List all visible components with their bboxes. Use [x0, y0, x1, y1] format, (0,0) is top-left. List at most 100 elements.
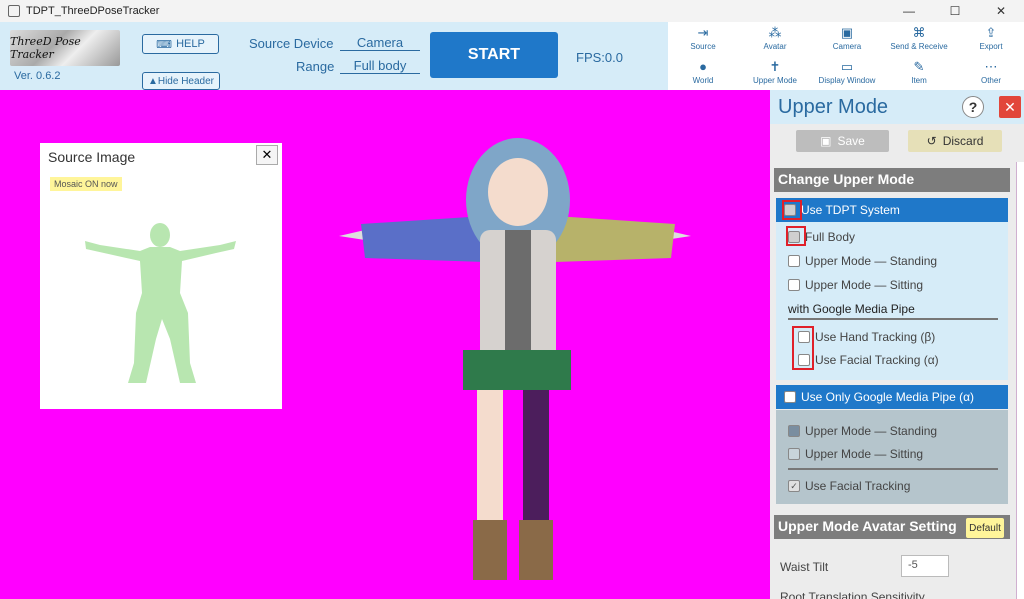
fps-readout: FPS:0.0	[576, 50, 623, 65]
toolbar-avatar[interactable]: ⁂ Avatar	[740, 25, 810, 52]
full-body-label: Full Body	[805, 230, 856, 244]
tdpt-standing-option[interactable]: Upper Mode — Standing	[788, 254, 937, 268]
range-label: Range	[296, 59, 335, 74]
save-label: Save	[837, 134, 865, 148]
toolbar-upper-mode-label: Upper Mode	[752, 76, 798, 85]
app-icon	[8, 5, 20, 17]
save-button[interactable]: ▣ Save	[796, 130, 889, 152]
use-facial-tracking-option[interactable]: ✓ Use Facial Tracking	[788, 479, 910, 493]
mp-sitting-label: Upper Mode — Sitting	[805, 447, 924, 461]
toolbar-display-window-label: Display Window	[818, 76, 876, 85]
render-stage[interactable]: Source Image ✕ Mosaic ON now	[0, 90, 770, 599]
highlight-mediapipe-options	[792, 326, 814, 370]
help-button[interactable]: ⌨ HELP	[142, 34, 219, 54]
window-title: TDPT_ThreeDPoseTracker	[26, 5, 160, 17]
monitor-icon: ▭	[840, 59, 854, 74]
mp-sitting-option[interactable]: Upper Mode — Sitting	[788, 447, 923, 461]
keyboard-icon: ⌨	[156, 38, 173, 51]
toolbar-camera-label: Camera	[832, 42, 862, 51]
minimize-button[interactable]: —	[886, 0, 932, 22]
help-label: HELP	[176, 38, 205, 50]
mp-standing-check[interactable]	[788, 425, 800, 437]
toolbar-item[interactable]: ✎ Item	[884, 59, 954, 86]
facial-tracking-label: Use Facial Tracking (α)	[815, 353, 939, 367]
toolbar-avatar-label: Avatar	[763, 42, 787, 51]
tdpt-sitting-label: Upper Mode — Sitting	[805, 278, 924, 292]
use-only-mediapipe-check[interactable]	[784, 391, 796, 403]
toolbar-upper-mode[interactable]: ✝ Upper Mode	[740, 59, 810, 86]
mp-sitting-check[interactable]	[788, 448, 800, 460]
panel-scrollbar[interactable]	[1016, 162, 1024, 599]
waist-tilt-input[interactable]: -5	[901, 555, 949, 577]
use-tdpt-checkbox[interactable]: Use TDPT System	[776, 198, 1008, 222]
maximize-button[interactable]: ☐	[932, 0, 978, 22]
mediapipe-subhead: with Google Media Pipe	[788, 302, 915, 316]
source-device-label: Source Device	[249, 36, 334, 51]
main-toolbar: ⇥ Source ⁂ Avatar ▣ Camera ⌘ Send & Receive …	[668, 22, 1024, 90]
window-close-button[interactable]: ✕	[978, 0, 1024, 22]
tdpt-standing-check[interactable]	[788, 255, 800, 267]
app-logo: ThreeD Pose Tracker	[10, 30, 120, 66]
toolbar-export[interactable]: ⇪ Export	[956, 25, 1024, 52]
use-only-mediapipe-label: Use Only Google Media Pipe (α)	[801, 390, 975, 404]
window-titlebar: TDPT_ThreeDPoseTracker — ☐ ✕	[0, 0, 1024, 22]
toolbar-export-label: Export	[979, 42, 1003, 51]
export-icon: ⇪	[985, 25, 997, 40]
tdpt-sitting-option[interactable]: Upper Mode — Sitting	[788, 278, 923, 292]
panel-header: Upper Mode ? ✕	[770, 90, 1024, 124]
undo-icon: ↺	[926, 134, 937, 148]
panel-help-button[interactable]: ?	[962, 96, 984, 118]
toolbar-source-label: Source	[690, 42, 716, 51]
version-label: Ver. 0.6.2	[14, 70, 61, 82]
toolbar-world[interactable]: ● World	[668, 59, 738, 86]
facial-tracking-option[interactable]: Use Facial Tracking (α)	[798, 353, 939, 367]
source-icon: ⇥	[697, 25, 709, 40]
window-controls: — ☐ ✕	[886, 0, 1024, 22]
separator	[788, 468, 998, 470]
range-select[interactable]: Full body	[340, 58, 420, 74]
hand-tracking-label: Use Hand Tracking (β)	[815, 330, 936, 344]
avatar-icon: ⁂	[768, 25, 782, 40]
waist-tilt-label: Waist Tilt	[780, 560, 829, 574]
mp-standing-label: Upper Mode — Standing	[805, 424, 938, 438]
toolbar-display-window[interactable]: ▭ Display Window	[812, 59, 882, 86]
upper-mode-panel: Upper Mode ? ✕ ▣ Save ↺ Discard Change U…	[770, 90, 1024, 599]
highlight-full-body	[786, 226, 806, 246]
separator	[788, 318, 998, 320]
toolbar-source[interactable]: ⇥ Source	[668, 25, 738, 52]
panel-close-button[interactable]: ✕	[999, 96, 1021, 118]
use-only-mediapipe-checkbox[interactable]: Use Only Google Media Pipe (α)	[776, 385, 1008, 409]
tdpt-sitting-check[interactable]	[788, 279, 800, 291]
discard-button[interactable]: ↺ Discard	[908, 130, 1002, 152]
floppy-icon: ▣	[820, 134, 832, 148]
toolbar-item-label: Item	[911, 76, 927, 85]
default-button[interactable]: Default	[966, 518, 1004, 538]
toolbar-world-label: World	[692, 76, 714, 85]
more-icon: ⋯	[984, 59, 998, 74]
pen-icon: ✎	[913, 59, 925, 74]
toolbar-other[interactable]: ⋯ Other	[956, 59, 1024, 86]
toolbar-other-label: Other	[980, 76, 1001, 85]
toolbar-camera[interactable]: ▣ Camera	[812, 25, 882, 52]
panel-title: Upper Mode	[778, 96, 889, 118]
hand-tracking-option[interactable]: Use Hand Tracking (β)	[798, 330, 935, 344]
tdpt-standing-label: Upper Mode — Standing	[805, 254, 938, 268]
use-facial-tracking-check[interactable]: ✓	[788, 480, 800, 492]
use-facial-tracking-label: Use Facial Tracking	[805, 479, 911, 493]
camera-icon: ▣	[840, 25, 854, 40]
discard-label: Discard	[942, 134, 984, 148]
hide-header-button[interactable]: ▲Hide Header	[142, 72, 220, 90]
toolbar-send-receive[interactable]: ⌘ Send & Receive	[884, 26, 954, 52]
avatar-character	[339, 138, 691, 580]
source-device-select[interactable]: Camera	[340, 35, 420, 51]
toolbar-send-receive-label: Send & Receive	[890, 42, 948, 51]
highlight-use-tdpt	[782, 200, 802, 220]
start-button[interactable]: START	[430, 32, 558, 78]
source-image-panel: Source Image ✕ Mosaic ON now	[40, 143, 282, 409]
globe-icon: ●	[699, 59, 707, 74]
upper-body-icon: ✝	[769, 59, 781, 74]
mp-standing-option[interactable]: Upper Mode — Standing	[788, 424, 937, 438]
use-tdpt-label: Use TDPT System	[801, 203, 900, 217]
root-translation-label: Root Translation Sensitivity	[780, 590, 925, 599]
change-upper-mode-section: Change Upper Mode	[774, 168, 1010, 192]
